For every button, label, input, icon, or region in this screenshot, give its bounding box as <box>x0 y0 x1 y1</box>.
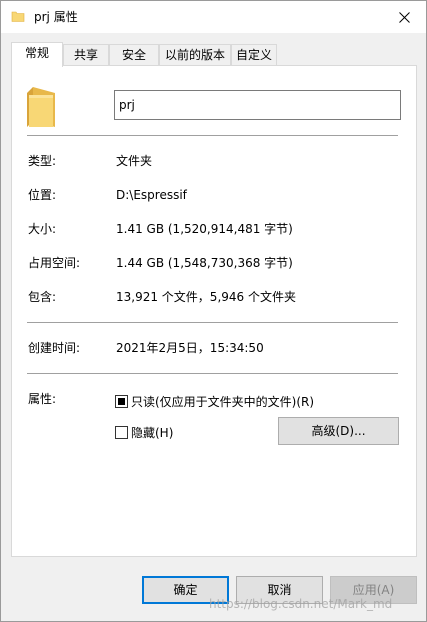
close-button[interactable] <box>382 1 426 33</box>
ok-button[interactable]: 确定 <box>142 576 229 604</box>
apply-button[interactable]: 应用(A) <box>330 576 417 604</box>
type-label: 类型: <box>28 154 57 168</box>
tab-general[interactable]: 常规 <box>11 42 63 67</box>
tab-bar: 常规 共享 安全 以前的版本 自定义 <box>11 42 421 67</box>
tab-customize[interactable]: 自定义 <box>231 44 277 66</box>
type-value: 文件夹 <box>116 154 153 168</box>
attributes-label: 属性: <box>28 392 57 406</box>
properties-window: prj 属性 常规 共享 安全 以前的版本 自定义 类型: 文件夹 位置: D:… <box>0 0 427 622</box>
contains-label: 包含: <box>28 290 57 304</box>
window-title: prj 属性 <box>34 10 78 24</box>
separator <box>27 322 398 323</box>
location-value: D:\Espressif <box>116 188 187 202</box>
tab-previous-versions[interactable]: 以前的版本 <box>159 44 231 66</box>
folder-large-icon <box>27 87 55 127</box>
folder-icon <box>11 11 25 22</box>
separator <box>27 135 398 136</box>
tab-sharing[interactable]: 共享 <box>63 44 109 66</box>
hidden-checkbox[interactable] <box>115 426 128 439</box>
separator <box>27 373 398 374</box>
readonly-label[interactable]: 只读(仅应用于文件夹中的文件)(R) <box>131 394 314 410</box>
readonly-checkbox[interactable] <box>115 395 128 408</box>
title-bar[interactable]: prj 属性 <box>1 1 426 33</box>
hidden-label[interactable]: 隐藏(H) <box>131 425 173 441</box>
folder-name-input[interactable] <box>114 90 401 120</box>
close-icon <box>398 11 410 23</box>
disk-size-value: 1.44 GB (1,548,730,368 字节) <box>116 256 293 270</box>
contains-value: 13,921 个文件，5,946 个文件夹 <box>116 290 296 304</box>
created-label: 创建时间: <box>28 341 81 355</box>
cancel-button[interactable]: 取消 <box>236 576 323 604</box>
size-value: 1.41 GB (1,520,914,481 字节) <box>116 222 293 236</box>
location-label: 位置: <box>28 188 57 202</box>
disk-size-label: 占用空间: <box>28 256 81 270</box>
general-panel <box>11 65 417 557</box>
tab-security[interactable]: 安全 <box>109 44 159 66</box>
size-label: 大小: <box>28 222 57 236</box>
advanced-button[interactable]: 高级(D)... <box>278 417 399 445</box>
created-value: 2021年2月5日，15:34:50 <box>116 341 264 355</box>
